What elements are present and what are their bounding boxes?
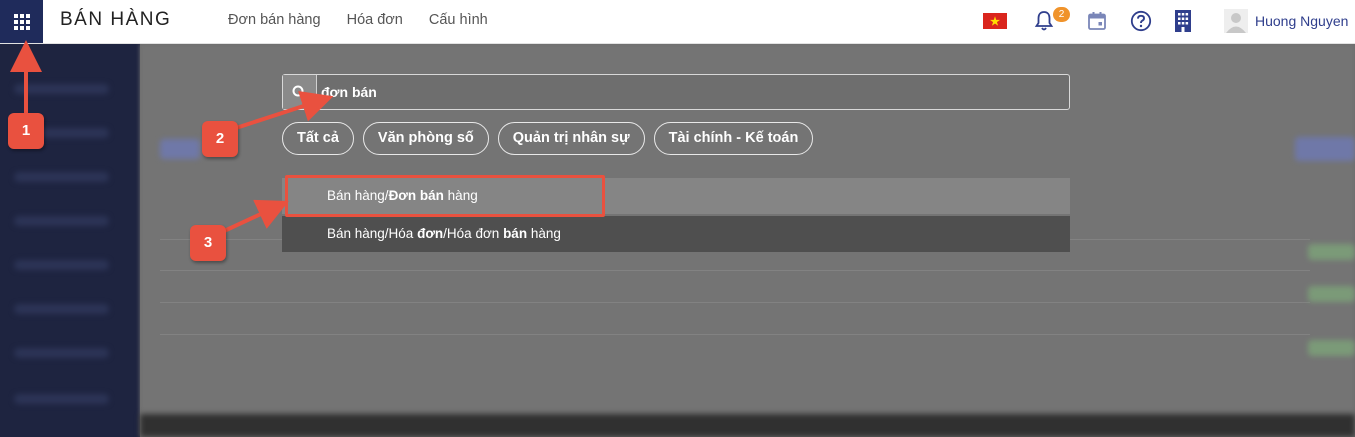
annotation-marker-2: 2 (202, 121, 238, 157)
annotation-arrow-2 (235, 90, 334, 130)
annotation-arrow-3 (221, 199, 289, 234)
annotation-marker-3: 3 (190, 225, 226, 261)
annotation-marker-1: 1 (8, 113, 44, 149)
annotation-arrows (10, 40, 334, 234)
